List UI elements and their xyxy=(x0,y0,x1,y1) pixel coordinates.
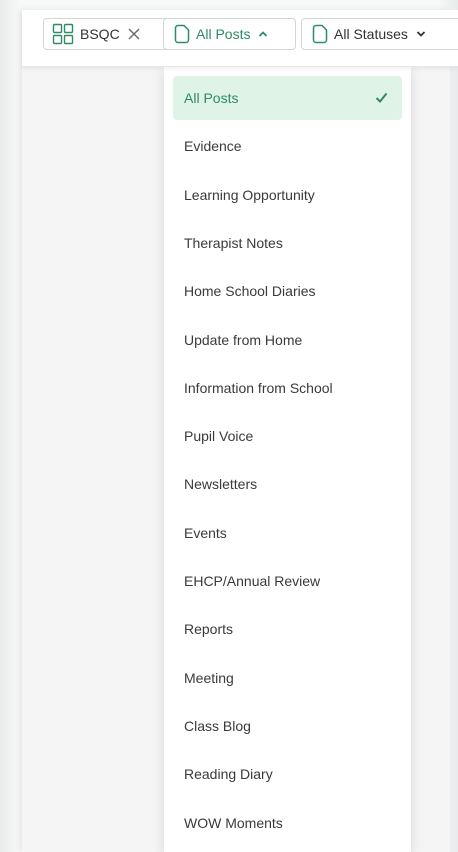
menu-item-label: Learning Opportunity xyxy=(184,186,315,203)
menu-item-label: Information from School xyxy=(184,379,333,396)
posts-filter-label: All Posts xyxy=(196,26,251,42)
chevron-up-icon xyxy=(258,30,268,38)
school-filter-label: BSQC xyxy=(80,26,120,42)
menu-item-label: Pupil Voice xyxy=(184,428,254,445)
close-icon[interactable] xyxy=(128,28,140,40)
chevron-down-icon xyxy=(416,30,426,38)
filter-bar: BSQC All Posts All Statuses xyxy=(22,10,458,67)
menu-item-therapist-notes[interactable]: Therapist Notes xyxy=(173,221,402,265)
menu-item-all-posts[interactable]: All Posts xyxy=(173,76,402,120)
posts-filter-dropdown[interactable]: All Posts xyxy=(163,18,296,50)
posts-dropdown-menu: All Posts Evidence Learning Opportunity The… xyxy=(164,66,411,852)
status-filter-dropdown[interactable]: All Statuses xyxy=(301,18,458,50)
menu-item-wow-moments[interactable]: WOW Moments xyxy=(173,801,402,845)
menu-item-label: Home School Diaries xyxy=(184,283,316,300)
menu-item-label: Therapist Notes xyxy=(184,234,283,251)
status-filter-label: All Statuses xyxy=(334,26,408,42)
menu-item-meeting[interactable]: Meeting xyxy=(173,656,402,700)
menu-item-ehcp-annual-review[interactable]: EHCP/Annual Review xyxy=(173,559,402,603)
document-icon xyxy=(174,24,190,44)
menu-item-label: Reports xyxy=(184,621,234,638)
menu-item-class-blog[interactable]: Class Blog xyxy=(173,704,402,748)
menu-item-evidence[interactable]: Evidence xyxy=(173,124,402,168)
menu-item-newsletters[interactable]: Newsletters xyxy=(173,462,402,506)
menu-item-label: Meeting xyxy=(184,669,234,686)
menu-item-information-from-school[interactable]: Information from School xyxy=(173,366,402,410)
menu-item-reports[interactable]: Reports xyxy=(173,607,402,651)
menu-item-label: Reading Diary xyxy=(184,766,273,783)
checkmark-icon xyxy=(375,90,388,106)
menu-item-learning-opportunity[interactable]: Learning Opportunity xyxy=(173,173,402,217)
menu-item-label: Newsletters xyxy=(184,476,258,493)
menu-item-reading-diary[interactable]: Reading Diary xyxy=(173,752,402,796)
grid-icon xyxy=(52,23,74,45)
menu-item-label: EHCP/Annual Review xyxy=(184,573,321,589)
menu-item-label: Class Blog xyxy=(184,717,251,734)
menu-item-label: Evidence xyxy=(184,138,242,155)
menu-item-label: WOW Moments xyxy=(184,814,283,831)
menu-item-update-from-home[interactable]: Update from Home xyxy=(173,318,402,362)
menu-item-events[interactable]: Events xyxy=(173,511,402,555)
document-icon xyxy=(312,24,328,44)
menu-item-home-school-diaries[interactable]: Home School Diaries xyxy=(173,269,402,313)
menu-item-label: Events xyxy=(184,524,227,541)
menu-item-pupil-voice[interactable]: Pupil Voice xyxy=(173,414,402,458)
school-filter-chip[interactable]: BSQC xyxy=(43,18,171,50)
menu-item-label: All Posts xyxy=(184,90,239,106)
menu-item-label: Update from Home xyxy=(184,331,303,348)
